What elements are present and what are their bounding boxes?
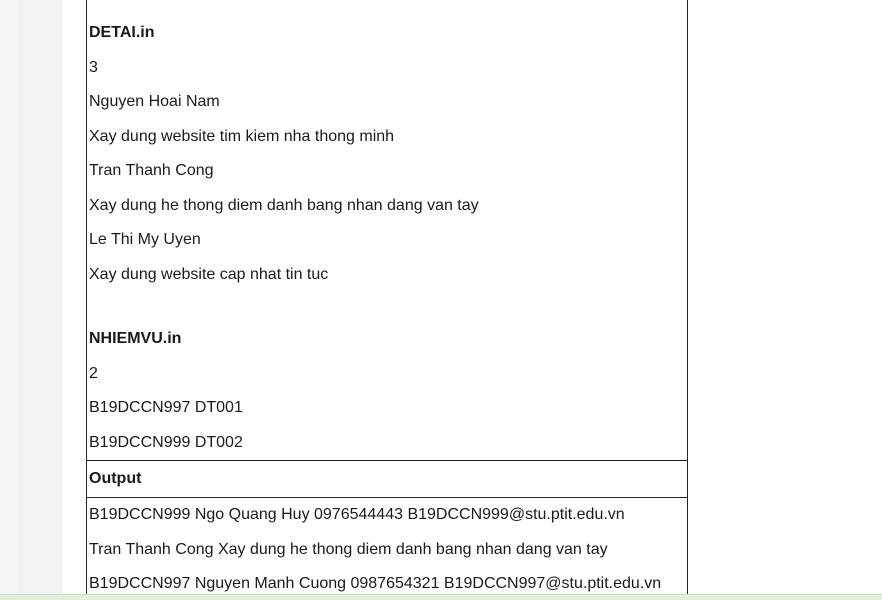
detai-line: Xay dung he thong diem danh bang nhan da… (89, 196, 479, 214)
nhiemvu-count: 2 (89, 364, 98, 382)
detai-line: Le Thi My Uyen (89, 231, 201, 248)
io-table: DETAI.in 3 Nguyen Hoai Nam Xay dung webs… (86, 0, 688, 600)
nhiemvu-line: B19DCCN997 DT001 (89, 399, 243, 416)
detai-count: 3 (89, 58, 98, 76)
output-line: B19DCCN999 Ngo Quang Huy 0976544443 B19D… (89, 506, 625, 523)
left-gutter-inner (17, 0, 62, 600)
bottom-status-strip (0, 594, 882, 600)
output-line: Tran Thanh Cong Xay dung he thong diem d… (89, 540, 608, 558)
detai-filename: DETAI.in (89, 24, 155, 41)
output-heading: Output (87, 460, 687, 498)
detai-line: Xay dung website cap nhat tin tuc (89, 265, 329, 283)
detai-line: Tran Thanh Cong (89, 162, 214, 179)
detai-line: Xay dung website tim kiem nha thong minh (89, 127, 395, 145)
left-gutter (0, 0, 62, 600)
page: DETAI.in 3 Nguyen Hoai Nam Xay dung webs… (0, 0, 882, 600)
nhiemvu-line: B19DCCN999 DT002 (89, 433, 243, 451)
input-cell: DETAI.in 3 Nguyen Hoai Nam Xay dung webs… (87, 0, 687, 460)
detai-line: Nguyen Hoai Nam (89, 93, 220, 110)
output-cell: B19DCCN999 Ngo Quang Huy 0976544443 B19D… (87, 498, 687, 600)
nhiemvu-filename: NHIEMVU.in (89, 330, 182, 347)
